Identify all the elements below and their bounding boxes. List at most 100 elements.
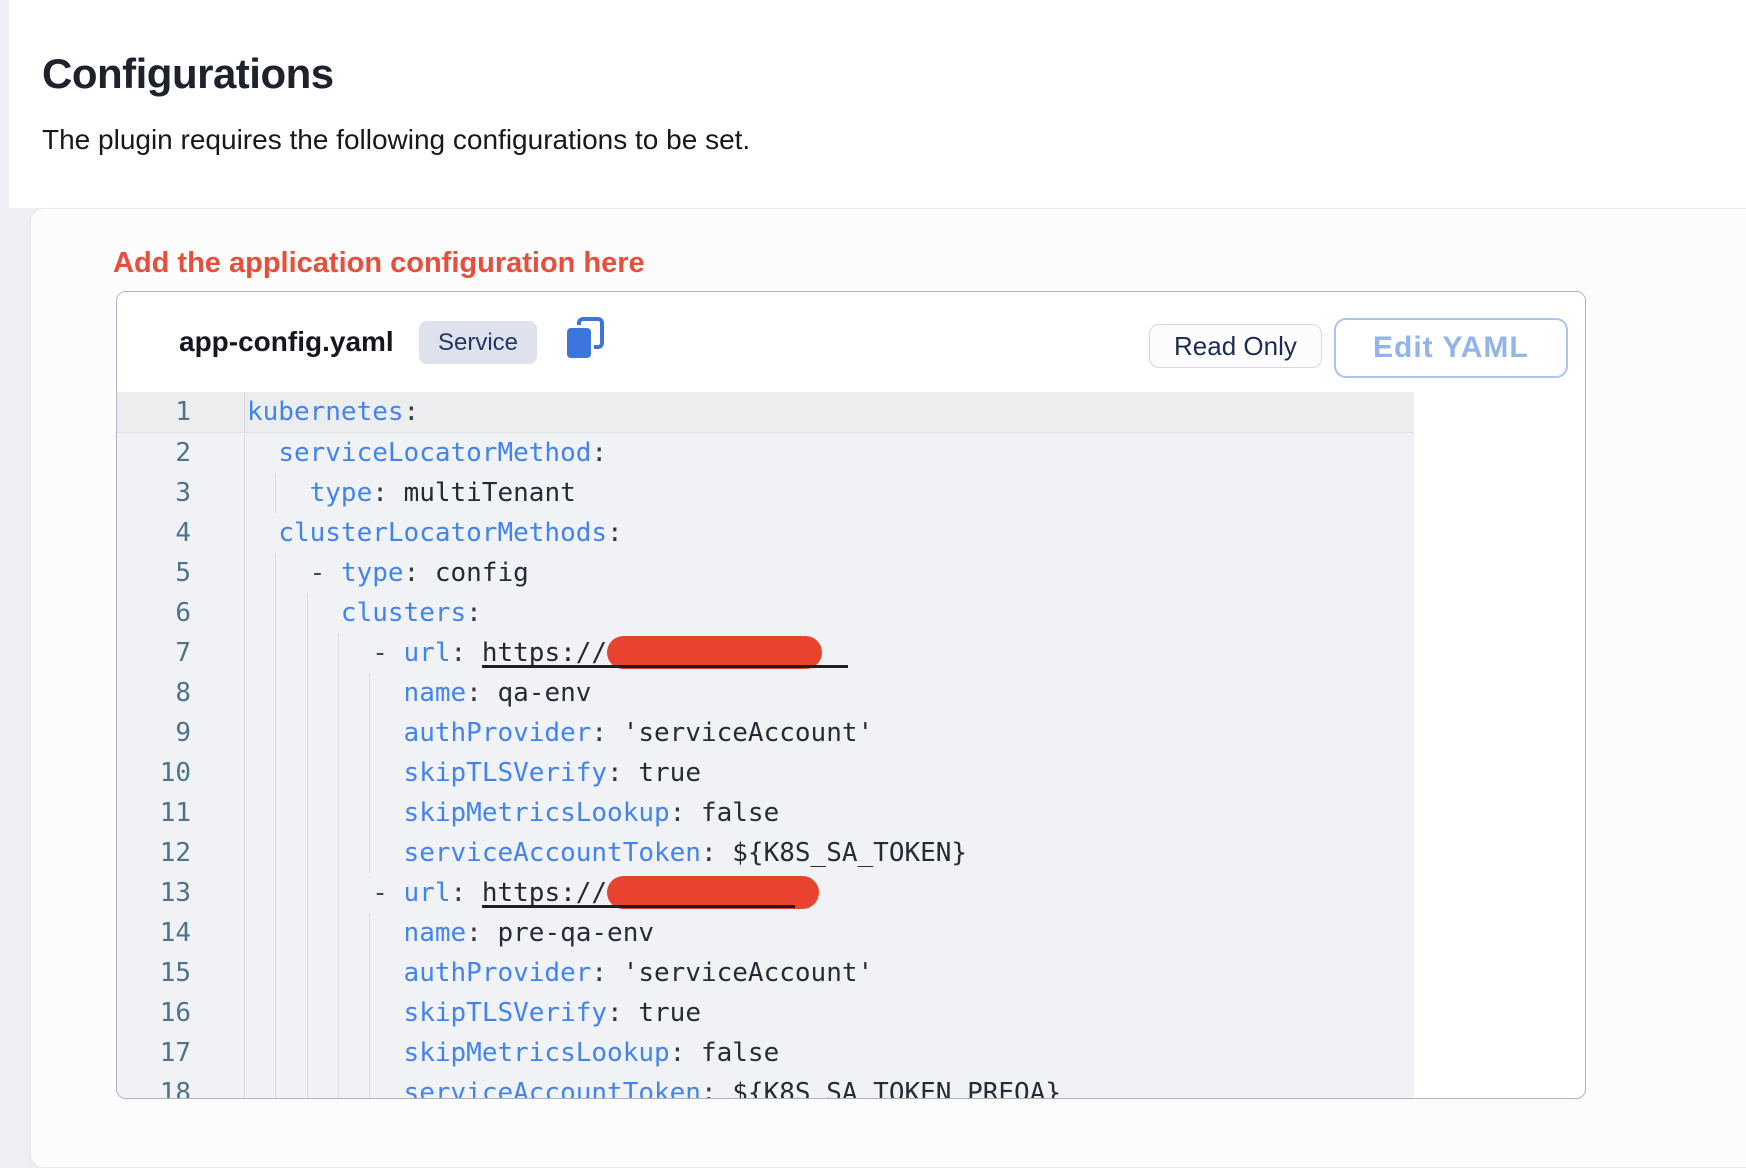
yaml-value: 'serviceAccount' [623, 718, 873, 748]
yaml-colon: : [466, 678, 482, 708]
yaml-key: skipMetricsLookup [404, 1038, 670, 1068]
edit-yaml-button[interactable]: Edit YAML [1334, 318, 1568, 378]
code-line: 1kubernetes: [117, 392, 1414, 433]
code-line: 7 - url: https:// [117, 633, 1414, 673]
line-number: 17 [117, 1033, 244, 1073]
indent-guide [244, 753, 245, 793]
line-number: 10 [117, 753, 244, 793]
line-number: 7 [117, 633, 244, 673]
code-text: serviceAccountToken: ${K8S_SA_TOKEN} [244, 833, 967, 873]
indent-guide [369, 1073, 370, 1099]
code-text: skipTLSVerify: true [244, 753, 701, 793]
indent-guide [275, 873, 276, 913]
code-text: clusters: [244, 593, 482, 633]
indent-guide [244, 1073, 245, 1099]
line-number: 8 [117, 673, 244, 713]
code-text: name: qa-env [244, 673, 591, 713]
indent-guide [338, 953, 339, 993]
indent-guide [275, 793, 276, 833]
yaml-key: clusterLocatorMethods [278, 518, 607, 548]
yaml-code-editor[interactable]: 1kubernetes:2 serviceLocatorMethod:3 typ… [117, 392, 1414, 1099]
yaml-key: name [404, 918, 467, 948]
read-only-button[interactable]: Read Only [1149, 324, 1322, 368]
yaml-key: serviceAccountToken [404, 1078, 701, 1099]
yaml-key: skipTLSVerify [404, 998, 608, 1028]
indent-guide [307, 873, 308, 913]
indent-guide [244, 713, 245, 753]
code-line: 13 - url: https:// [117, 873, 1414, 913]
yaml-colon: : [670, 1038, 686, 1068]
indent-guide [244, 913, 245, 953]
yaml-colon: : [451, 638, 467, 668]
line-number: 1 [117, 392, 244, 432]
yaml-colon: : [607, 998, 623, 1028]
indent-guide [275, 633, 276, 673]
yaml-key: serviceLocatorMethod [278, 438, 591, 468]
indent-guide [244, 433, 245, 473]
indent-guide [369, 833, 370, 873]
indent-guide [338, 793, 339, 833]
yaml-colon: : [466, 918, 482, 948]
yaml-value: false [701, 798, 779, 828]
yaml-dash: - [310, 558, 341, 588]
yaml-colon: : [404, 558, 420, 588]
code-text: skipMetricsLookup: false [244, 793, 779, 833]
indent-guide [307, 953, 308, 993]
yaml-value: config [435, 558, 529, 588]
indent-guide [369, 993, 370, 1033]
code-text: serviceAccountToken: ${K8S_SA_TOKEN_PREQ… [244, 1073, 1061, 1099]
code-line: 5 - type: config [117, 553, 1414, 593]
indent-guide [338, 633, 339, 673]
code-line: 14 name: pre-qa-env [117, 913, 1414, 953]
yaml-panel-header: app-config.yaml Service Read Only Edit Y… [117, 292, 1585, 392]
yaml-colon: : [607, 518, 623, 548]
code-line: 6 clusters: [117, 593, 1414, 633]
indent-guide [275, 473, 276, 513]
code-lines: 1kubernetes:2 serviceLocatorMethod:3 typ… [117, 392, 1414, 1099]
yaml-dash: - [372, 878, 403, 908]
indent-guide [307, 1033, 308, 1073]
indent-guide [307, 1073, 308, 1099]
service-badge: Service [419, 321, 537, 364]
indent-guide [275, 713, 276, 753]
yaml-key: skipMetricsLookup [404, 798, 670, 828]
yaml-colon: : [591, 718, 607, 748]
indent-guide [338, 673, 339, 713]
yaml-panel: app-config.yaml Service Read Only Edit Y… [116, 291, 1586, 1099]
line-number: 14 [117, 913, 244, 953]
configuration-card: Add the application configuration here a… [30, 208, 1746, 1168]
indent-guide [275, 1033, 276, 1073]
indent-guide [244, 473, 245, 513]
indent-guide [307, 673, 308, 713]
indent-guide [369, 913, 370, 953]
line-number: 15 [117, 953, 244, 993]
indent-guide [338, 873, 339, 913]
url-underline [482, 905, 795, 908]
code-text: name: pre-qa-env [244, 913, 654, 953]
indent-guide [338, 1033, 339, 1073]
page-title: Configurations [42, 50, 334, 98]
indent-guide [275, 913, 276, 953]
code-line: 9 authProvider: 'serviceAccount' [117, 713, 1414, 753]
yaml-colon: : [701, 838, 717, 868]
indent-guide [275, 953, 276, 993]
indent-guide [244, 673, 245, 713]
indent-guide [244, 833, 245, 873]
copy-icon[interactable] [562, 315, 610, 365]
yaml-key: kubernetes [247, 397, 404, 427]
line-number: 16 [117, 993, 244, 1033]
indent-guide [275, 1073, 276, 1099]
line-number: 13 [117, 873, 244, 913]
yaml-key: clusters [341, 598, 466, 628]
indent-guide [244, 1033, 245, 1073]
code-text: - url: https:// [244, 633, 822, 673]
yaml-colon: : [701, 1078, 717, 1099]
indent-guide [369, 753, 370, 793]
indent-guide [369, 713, 370, 753]
line-number: 9 [117, 713, 244, 753]
indent-guide [369, 953, 370, 993]
indent-guide [244, 553, 245, 593]
line-number: 12 [117, 833, 244, 873]
yaml-colon: : [451, 878, 467, 908]
code-text: type: multiTenant [244, 473, 576, 513]
